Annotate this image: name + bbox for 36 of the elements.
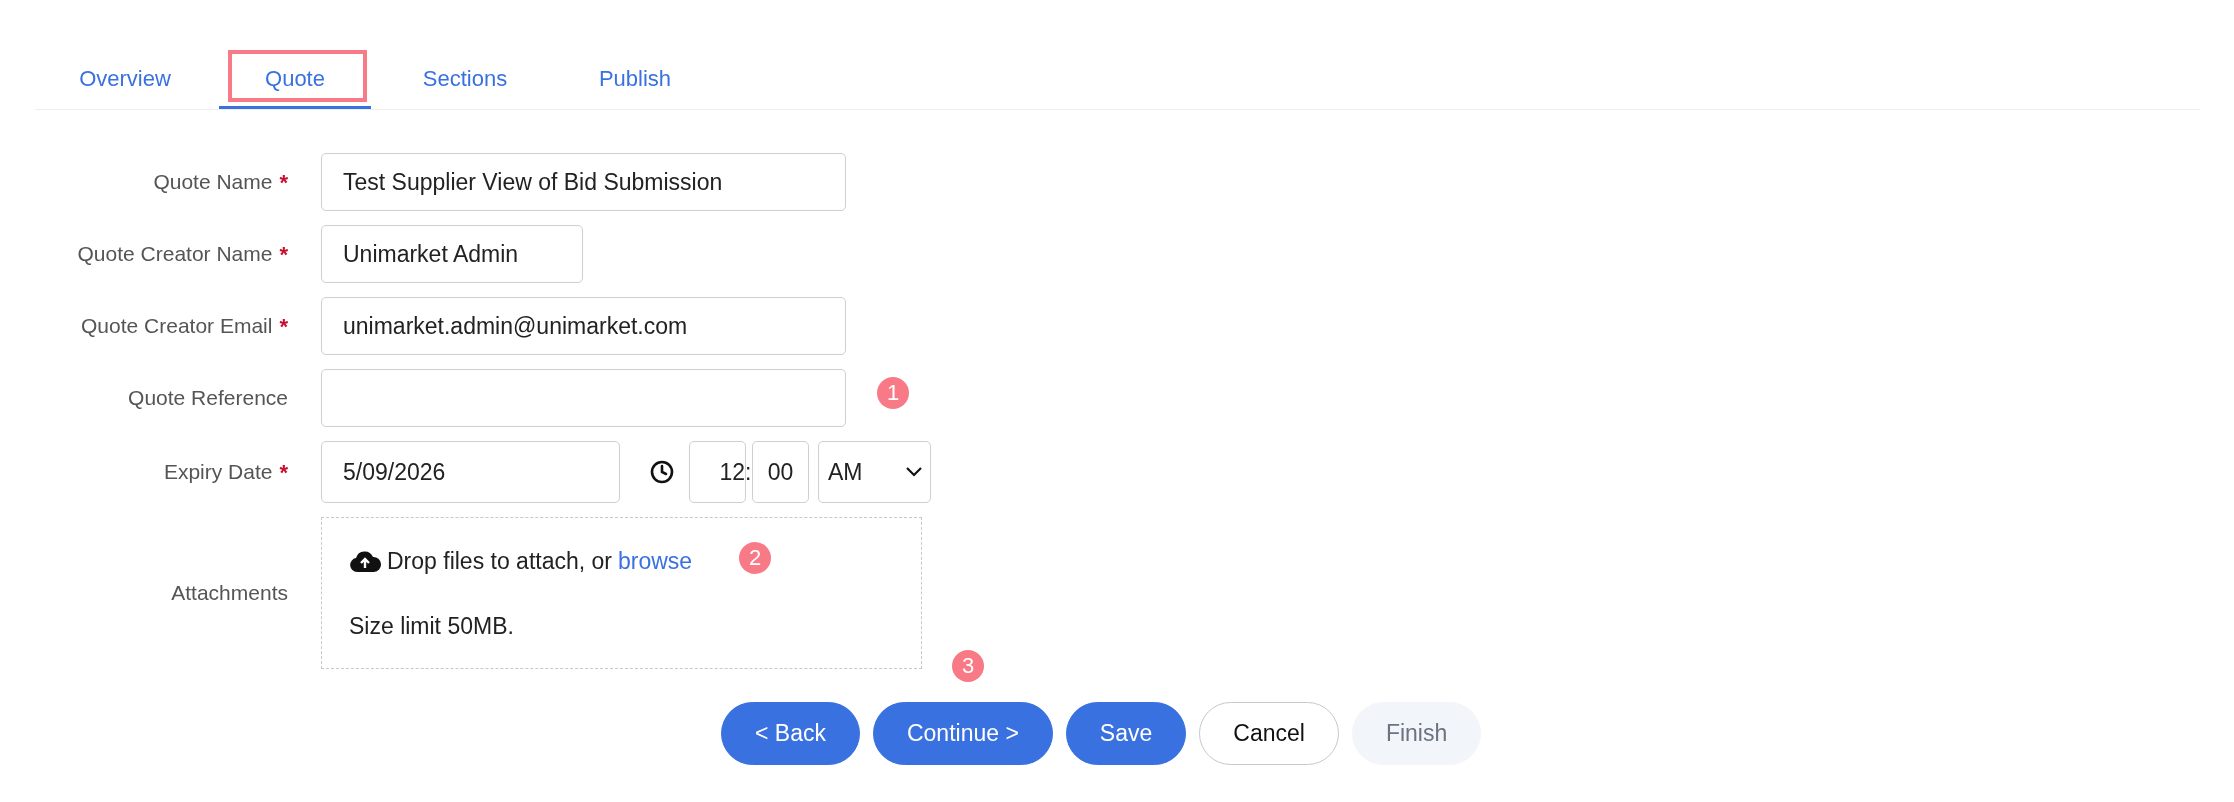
size-limit-text: Size limit 50MB. — [349, 611, 515, 641]
tab[interactable]: Sections — [389, 50, 541, 109]
text-field[interactable]: unimarket.admin@unimarket.com — [321, 297, 846, 355]
step-badge: 2 — [739, 542, 771, 574]
required-mark: * — [279, 168, 288, 197]
tab[interactable]: Quote — [219, 50, 371, 109]
browse-link[interactable]: browse — [618, 544, 693, 579]
action-button[interactable]: Finish — [1351, 702, 1482, 765]
action-button[interactable]: < Back — [721, 702, 860, 765]
action-button[interactable]: Save — [1065, 702, 1187, 765]
action-button[interactable]: Continue > — [872, 702, 1053, 765]
chevron-down-icon — [906, 467, 922, 477]
required-mark: * — [279, 312, 288, 341]
text-field[interactable]: Unimarket Admin — [321, 225, 583, 283]
field-label: Quote Creator Name — [77, 241, 273, 268]
cloud-upload-icon — [349, 549, 381, 574]
tab[interactable]: Overview — [49, 50, 201, 109]
field-label: Quote Reference — [128, 385, 288, 412]
step-badge: 3 — [952, 650, 984, 682]
action-button[interactable]: Cancel — [1199, 702, 1339, 765]
period-select[interactable]: AM — [818, 441, 931, 503]
required-mark: * — [279, 240, 288, 269]
field-label: Quote Name — [153, 169, 273, 196]
date-field[interactable]: 5/09/2026 — [321, 441, 620, 503]
required-mark: * — [279, 458, 288, 487]
clock-icon — [650, 460, 674, 484]
time-separator: : — [745, 457, 752, 487]
hour-field[interactable]: 12 — [689, 441, 746, 503]
field-label: Attachments — [171, 580, 288, 607]
drop-instructions: Drop files to attach, or — [387, 547, 612, 576]
field-label: Expiry Date — [163, 459, 273, 486]
field-label: Quote Creator Email — [81, 313, 273, 340]
step-badge: 1 — [877, 377, 909, 409]
text-field[interactable] — [321, 369, 846, 427]
text-field[interactable]: Test Supplier View of Bid Submission — [321, 153, 846, 211]
tab[interactable]: Publish — [559, 50, 711, 109]
